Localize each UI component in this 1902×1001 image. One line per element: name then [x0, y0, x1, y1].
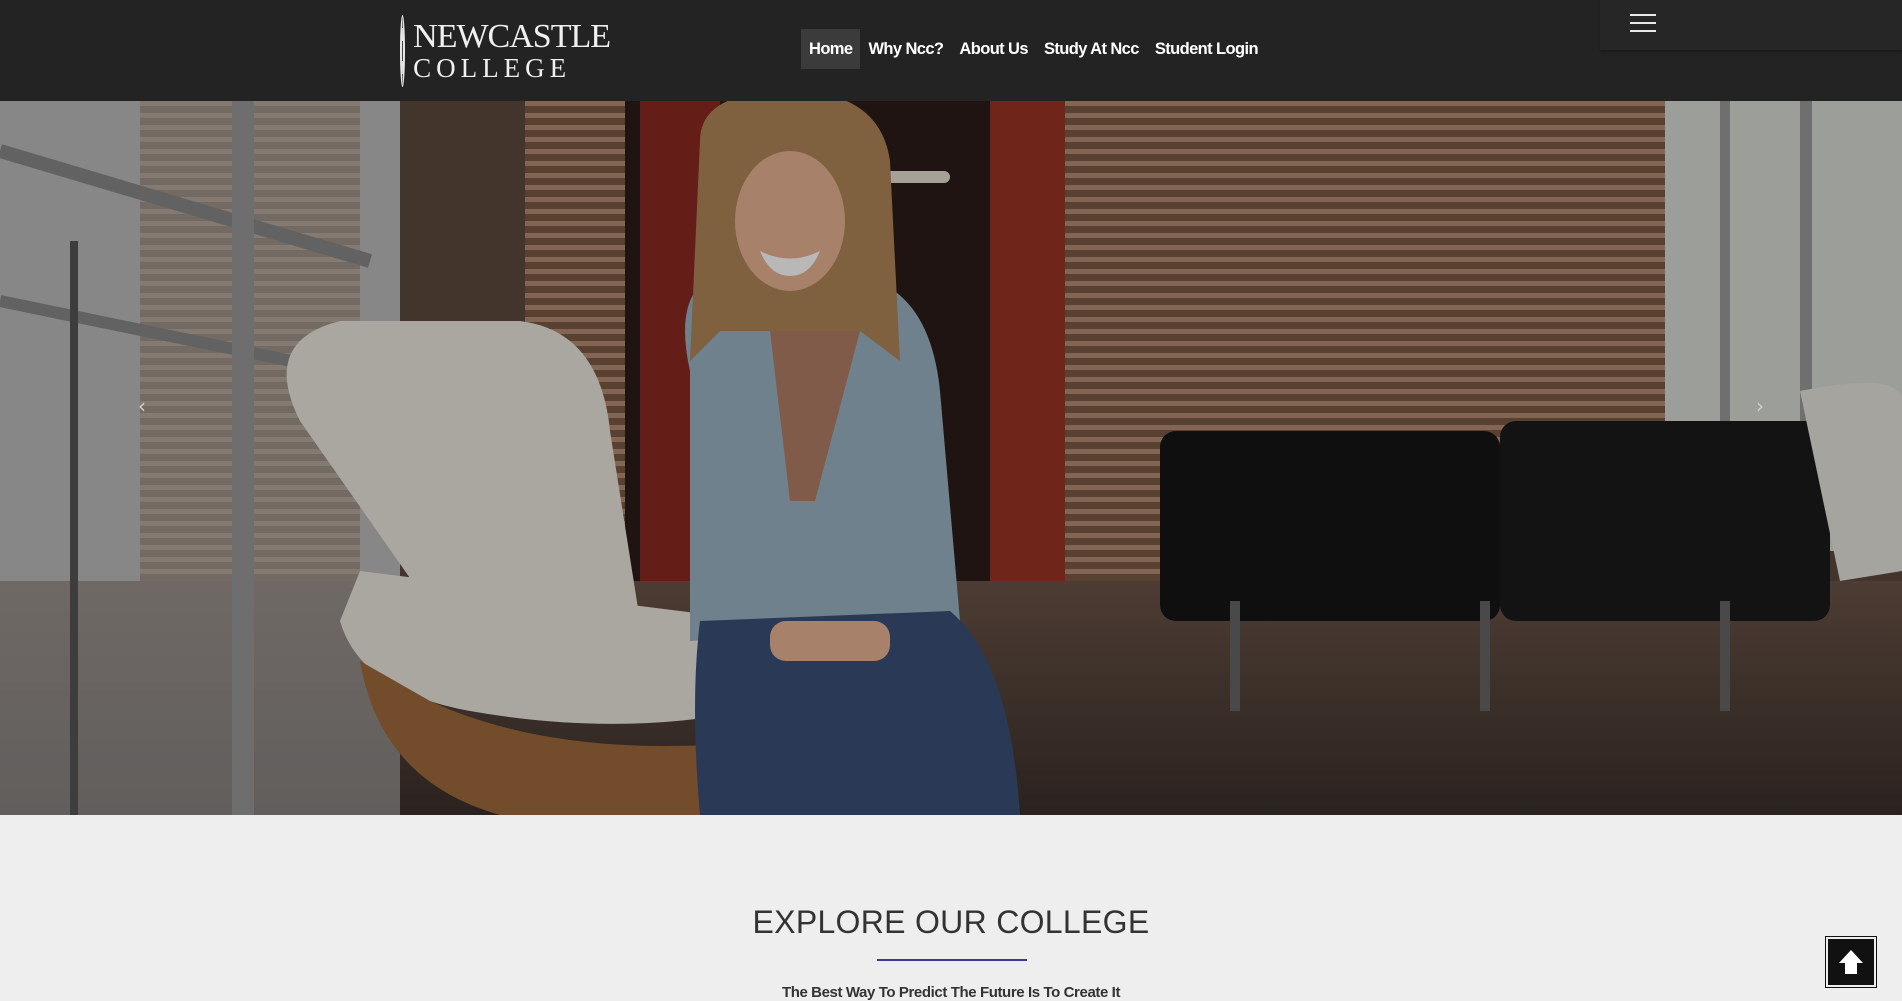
nav-home[interactable]: Home	[801, 29, 861, 69]
logo-line-2: COLLEGE	[413, 53, 572, 83]
back-to-top-button[interactable]	[1825, 936, 1877, 988]
title-underline	[877, 959, 1027, 961]
site-header: NEWCASTLE COLLEGE Home Why Ncc? About Us…	[0, 0, 1902, 101]
logo-line-1: NEWCASTLE	[413, 18, 611, 55]
college-crest-icon	[400, 15, 406, 87]
nav-student-login[interactable]: Student Login	[1147, 29, 1266, 69]
arrow-up-icon	[1839, 950, 1863, 974]
explore-section: EXPLORE OUR COLLEGE The Best Way To Pred…	[0, 815, 1902, 1001]
main-nav: Home Why Ncc? About Us Study At Ncc Stud…	[801, 29, 1266, 69]
slider-next-arrow-icon[interactable]: ›	[1745, 391, 1775, 421]
hero-dim-overlay	[0, 101, 1902, 815]
hero-slider: ‹ ›	[0, 101, 1902, 815]
logo-wordmark: NEWCASTLE COLLEGE	[413, 18, 611, 83]
slider-prev-arrow-icon[interactable]: ‹	[127, 391, 157, 421]
college-logo[interactable]: NEWCASTLE COLLEGE	[400, 15, 611, 87]
nav-about-us[interactable]: About Us	[951, 29, 1036, 69]
hamburger-menu-icon[interactable]	[1630, 14, 1656, 33]
nav-study-at-ncc[interactable]: Study At Ncc	[1036, 29, 1147, 69]
explore-tagline: The Best Way To Predict The Future Is To…	[781, 984, 1121, 1001]
nav-why-ncc[interactable]: Why Ncc?	[860, 29, 951, 69]
menu-panel	[1600, 0, 1902, 50]
explore-title: EXPLORE OUR COLLEGE	[752, 904, 1150, 940]
